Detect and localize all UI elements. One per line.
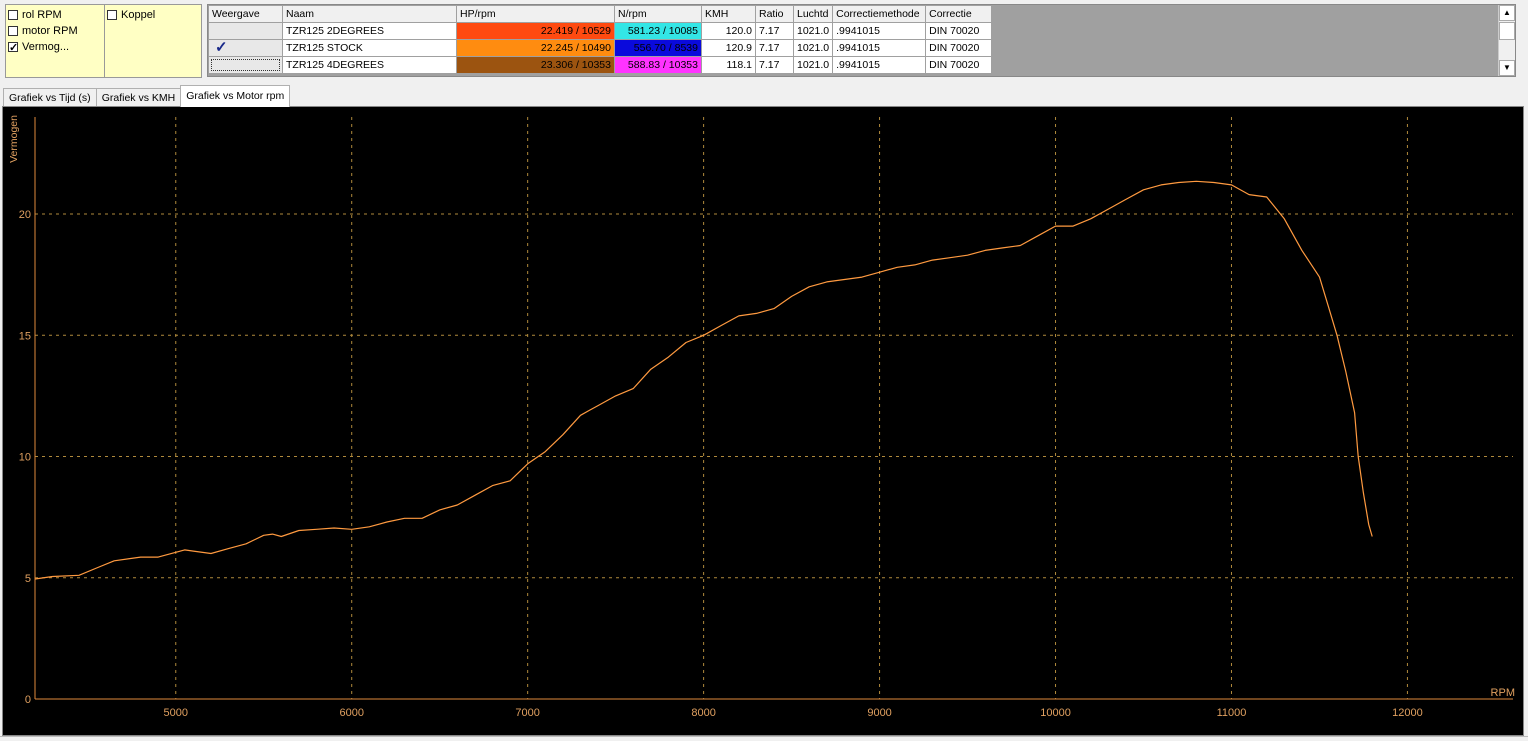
scroll-down-icon[interactable]: ▼ — [1499, 60, 1515, 76]
column-header-weergave[interactable]: Weergave — [208, 5, 283, 23]
runs-grid: Weergave Naam HP/rpm N/rpm KMH Ratio Luchtd Cor… — [207, 4, 1516, 77]
ratio-cell[interactable]: 7.17 — [755, 56, 794, 74]
option-vermog[interactable]: Vermog... — [8, 39, 104, 56]
correction-cell[interactable]: DIN 70020 — [925, 22, 993, 40]
run-row[interactable]: ✓ TZR125 STOCK 22.245 / 10490 556.70 / 8539… — [208, 39, 993, 57]
runs-scrollbar[interactable]: ▲ ▼ — [1498, 5, 1515, 76]
show-toggle-cell[interactable] — [208, 22, 283, 40]
luchtd-cell[interactable]: 1021.0 — [792, 39, 834, 57]
run-name-cell[interactable]: TZR125 4DEGREES — [282, 56, 457, 74]
tab-grafiek-vs-motor-rpm[interactable]: Grafiek vs Motor rpm — [180, 85, 291, 107]
checkbox-icon[interactable] — [107, 10, 117, 20]
show-toggle-cell[interactable]: ✓ — [208, 39, 283, 57]
x-tick-label: 10000 — [1040, 707, 1071, 719]
column-header-hp-rpm[interactable]: HP/rpm — [456, 5, 615, 23]
option-motor-rpm[interactable]: motor RPM — [8, 23, 104, 39]
options-column-2: Koppel — [104, 5, 199, 77]
graph-tabs: Grafiek vs Tijd (s) Grafiek vs KMH Grafiek… — [3, 85, 291, 107]
run-name-cell[interactable]: TZR125 STOCK — [282, 39, 457, 57]
correction-method-cell[interactable]: .9941015 — [832, 39, 927, 57]
checkbox-icon[interactable] — [8, 40, 18, 56]
x-tick-label: 7000 — [515, 707, 539, 719]
correction-method-cell[interactable]: .9941015 — [832, 22, 927, 40]
luchtd-cell[interactable]: 1021.0 — [792, 22, 834, 40]
x-tick-label: 8000 — [691, 707, 715, 719]
kmh-cell[interactable]: 118.1 — [701, 56, 756, 74]
column-header-correctiemethode[interactable]: Correctiemethode — [832, 5, 927, 23]
kmh-cell[interactable]: 120.0 — [701, 22, 756, 40]
x-tick-label: 5000 — [164, 707, 188, 719]
ratio-cell[interactable]: 7.17 — [755, 22, 794, 40]
option-rol-rpm[interactable]: rol RPM — [8, 7, 104, 23]
run-name-cell[interactable]: TZR125 2DEGREES — [282, 22, 457, 40]
correction-cell[interactable]: DIN 70020 — [925, 39, 993, 57]
y-tick-label: 10 — [19, 452, 31, 464]
hp-rpm-cell[interactable]: 22.245 / 10490 — [456, 39, 615, 57]
option-label: motor RPM — [22, 25, 78, 37]
y-tick-label: 20 — [19, 209, 31, 221]
tab-grafiek-vs-tijd-s[interactable]: Grafiek vs Tijd (s) — [3, 88, 97, 107]
x-axis-label: RPM — [1491, 687, 1515, 699]
correction-method-cell[interactable]: .9941015 — [832, 56, 927, 74]
y-tick-label: 15 — [19, 330, 31, 342]
correction-cell[interactable]: DIN 70020 — [925, 56, 993, 74]
checkbox-icon[interactable] — [8, 26, 18, 36]
ratio-cell[interactable]: 7.17 — [755, 39, 794, 57]
option-label: rol RPM — [22, 9, 62, 21]
y-tick-label: 0 — [25, 694, 31, 706]
checkbox-icon[interactable] — [8, 10, 18, 20]
x-tick-label: 9000 — [867, 707, 891, 719]
hp-rpm-cell[interactable]: 22.419 / 10529 — [456, 22, 615, 40]
x-tick-label: 12000 — [1392, 707, 1423, 719]
option-label: Koppel — [121, 9, 156, 21]
column-header-naam[interactable]: Naam — [282, 5, 457, 23]
n-rpm-cell[interactable]: 556.70 / 8539 — [614, 39, 702, 57]
channel-options-panel: rol RPM motor RPM Vermog... Koppel — [5, 4, 202, 78]
option-label: Vermog... — [22, 41, 70, 53]
options-column-1: rol RPM motor RPM Vermog... — [8, 7, 104, 56]
column-header-correctie[interactable]: Correctie — [925, 5, 993, 23]
runs-body: TZR125 2DEGREES 22.419 / 10529 581.23 / 10… — [208, 22, 993, 74]
power-series-line — [34, 180, 1373, 580]
scroll-thumb[interactable] — [1499, 22, 1515, 40]
runs-header-row: Weergave Naam HP/rpm N/rpm KMH Ratio Luchtd Cor… — [208, 5, 993, 23]
luchtd-cell[interactable]: 1021.0 — [792, 56, 834, 74]
x-tick-label: 11000 — [1217, 707, 1247, 719]
y-tick-label: 5 — [25, 573, 31, 585]
y-axis-label: Vermogen — [8, 115, 20, 163]
column-header-ratio[interactable]: Ratio — [755, 5, 794, 23]
checkmark-icon: ✓ — [215, 39, 228, 56]
hp-rpm-cell[interactable]: 23.306 / 10353 — [456, 56, 615, 74]
run-row[interactable]: TZR125 4DEGREES 23.306 / 10353 588.83 / 10… — [208, 56, 993, 74]
focus-rectangle — [211, 59, 280, 71]
power-chart: 5000 6000 7000 8000 9000 10000 11000 12000 0 5 10 1… — [2, 106, 1524, 736]
n-rpm-cell[interactable]: 588.83 / 10353 — [614, 56, 702, 74]
status-bar — [0, 736, 1528, 741]
run-row[interactable]: TZR125 2DEGREES 22.419 / 10529 581.23 / 10… — [208, 22, 993, 40]
column-header-kmh[interactable]: KMH — [701, 5, 756, 23]
show-toggle-cell[interactable] — [208, 56, 283, 74]
tab-grafiek-vs-kmh[interactable]: Grafiek vs KMH — [95, 88, 182, 107]
column-header-luchtd[interactable]: Luchtd — [792, 5, 834, 23]
scroll-up-icon[interactable]: ▲ — [1499, 5, 1515, 21]
n-rpm-cell[interactable]: 581.23 / 10085 — [614, 22, 702, 40]
kmh-cell[interactable]: 120.9 — [701, 39, 756, 57]
x-tick-label: 6000 — [339, 707, 363, 719]
column-header-n-rpm[interactable]: N/rpm — [614, 5, 702, 23]
option-koppel[interactable]: Koppel — [107, 7, 199, 23]
chart-svg: 5000 6000 7000 8000 9000 10000 11000 12000 0 5 10 1… — [8, 115, 1515, 719]
runs-table: Weergave Naam HP/rpm N/rpm KMH Ratio Luchtd Cor… — [208, 5, 993, 74]
